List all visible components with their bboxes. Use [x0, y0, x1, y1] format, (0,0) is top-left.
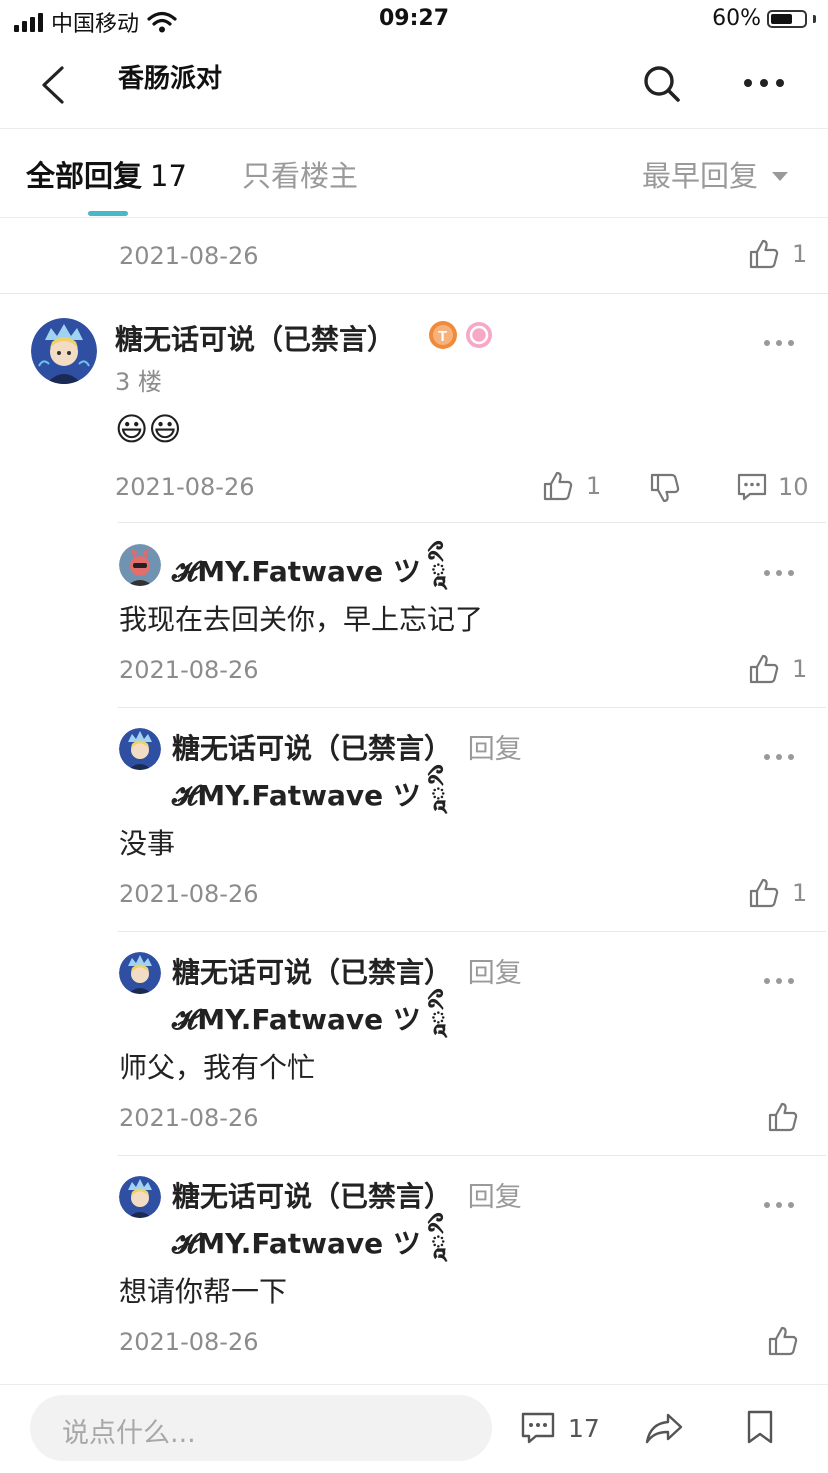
- reply-more-icon[interactable]: [762, 1196, 796, 1214]
- reply-date: 2021-08-26: [119, 1104, 259, 1132]
- reply-to-word: 回复: [467, 958, 522, 989]
- post-date: 2021-08-26: [115, 473, 255, 501]
- reply-to-word: 回复: [467, 734, 522, 765]
- search-icon[interactable]: [640, 62, 684, 106]
- avatar[interactable]: [31, 318, 97, 384]
- medal-badge-icon: [464, 320, 494, 350]
- comment-icon: [737, 473, 767, 501]
- comment-placeholder: 说点什么...: [62, 1418, 196, 1449]
- post-author-name[interactable]: 糖无话可说（已禁言）: [115, 318, 395, 358]
- post-content: 😃😃: [115, 410, 182, 448]
- reply-like-button[interactable]: [767, 1101, 799, 1137]
- reply-date: 2021-08-26: [119, 656, 259, 684]
- comments-button[interactable]: 17: [520, 1411, 600, 1445]
- reply-more-icon[interactable]: [762, 564, 796, 582]
- tab-all-label: 全部回复: [26, 159, 143, 193]
- divider: [0, 293, 828, 294]
- avatar[interactable]: [119, 544, 161, 586]
- comment-count: 17: [568, 1413, 600, 1443]
- sort-label: 最早回复: [642, 159, 759, 193]
- prev-post-date: 2021-08-26: [119, 242, 259, 270]
- share-icon[interactable]: [644, 1411, 684, 1445]
- thumbs-down-icon: [650, 473, 680, 503]
- thumbs-up-icon: [749, 654, 779, 684]
- thumbs-up-icon: [543, 471, 573, 501]
- reply-date: 2021-08-26: [119, 880, 259, 908]
- reply-author-label: 糖无话可说（已禁言）: [172, 732, 453, 765]
- chevron-down-icon: [772, 171, 789, 181]
- comment-count: 10: [778, 473, 809, 501]
- reply-author-label: 糖无话可说（已禁言）: [172, 1180, 453, 1213]
- reply-author-name[interactable]: 糖无话可说（已禁言） 回复: [172, 1175, 522, 1215]
- avatar[interactable]: [119, 728, 161, 770]
- reply-more-icon[interactable]: [762, 748, 796, 766]
- status-bar: 中国移动 09:27 60%: [0, 0, 828, 40]
- reply-like-button[interactable]: 1: [748, 653, 807, 685]
- svg-text:T: T: [438, 328, 447, 345]
- reply-content: 想请你帮一下: [119, 1275, 288, 1308]
- comment-icon: [521, 1412, 555, 1444]
- reply-more-icon[interactable]: [762, 972, 796, 990]
- page-title: 香肠派对: [118, 64, 223, 94]
- back-arrow-icon[interactable]: [36, 62, 76, 108]
- prev-post-like-button[interactable]: 1: [748, 238, 807, 270]
- bottom-action-bar: 说点什么... 17: [0, 1384, 828, 1473]
- reply-like-button[interactable]: [767, 1325, 799, 1361]
- level-badge-icon: T: [428, 320, 458, 350]
- floor-number: 3 楼: [115, 368, 162, 396]
- post-comment-button[interactable]: 10: [736, 472, 809, 502]
- tab-all-replies[interactable]: 全部回复 17: [26, 153, 187, 195]
- reply-content: 没事: [119, 827, 176, 860]
- divider: [118, 931, 826, 932]
- divider: [118, 1155, 826, 1156]
- like-count: 1: [792, 879, 808, 907]
- top-nav-bar: 香肠派对: [0, 40, 828, 129]
- thumbs-up-icon: [749, 878, 779, 908]
- reply-author-label: 糖无话可说（已禁言）: [172, 956, 453, 989]
- tab-all-count: 17: [150, 159, 187, 193]
- tab-op-only[interactable]: 只看楼主: [242, 153, 358, 195]
- divider: [118, 522, 826, 523]
- reply-author-name[interactable]: 糖无话可说（已禁言） 回复: [172, 951, 522, 991]
- reply-content: 师父，我有个忙: [119, 1051, 316, 1084]
- comment-input[interactable]: 说点什么...: [30, 1395, 492, 1461]
- reply-date: 2021-08-26: [119, 1328, 259, 1356]
- post-like-button[interactable]: 1: [542, 470, 601, 502]
- reply-filter-tabs: 全部回复 17 只看楼主 最早回复: [0, 129, 828, 218]
- bookmark-icon[interactable]: [745, 1409, 775, 1445]
- thumbs-up-icon: [768, 1326, 798, 1356]
- reply-author-name[interactable]: 糖无话可说（已禁言） 回复: [172, 727, 522, 767]
- post-more-icon[interactable]: [762, 334, 796, 352]
- like-count: 1: [792, 655, 808, 683]
- post-dislike-button[interactable]: [649, 472, 681, 508]
- clock: 09:27: [378, 6, 450, 31]
- avatar[interactable]: [119, 1176, 161, 1218]
- battery-percent: 60%: [712, 6, 761, 31]
- like-count: 1: [586, 472, 602, 500]
- thumbs-up-icon: [749, 239, 779, 269]
- active-tab-indicator: [88, 211, 128, 216]
- thumbs-up-icon: [768, 1102, 798, 1132]
- like-count: 1: [792, 240, 808, 268]
- reply-content: 我现在去回关你，早上忘记了: [119, 603, 484, 636]
- avatar[interactable]: [119, 952, 161, 994]
- battery-icon: [767, 9, 807, 28]
- reply-like-button[interactable]: 1: [748, 877, 807, 909]
- reply-to-user[interactable]: 𝓗MY.Fatwave ツ ཱིྀ: [172, 764, 446, 843]
- divider: [118, 707, 826, 708]
- sort-dropdown[interactable]: 最早回复: [642, 153, 789, 195]
- more-options-icon[interactable]: [740, 68, 788, 98]
- reply-to-word: 回复: [467, 1182, 522, 1213]
